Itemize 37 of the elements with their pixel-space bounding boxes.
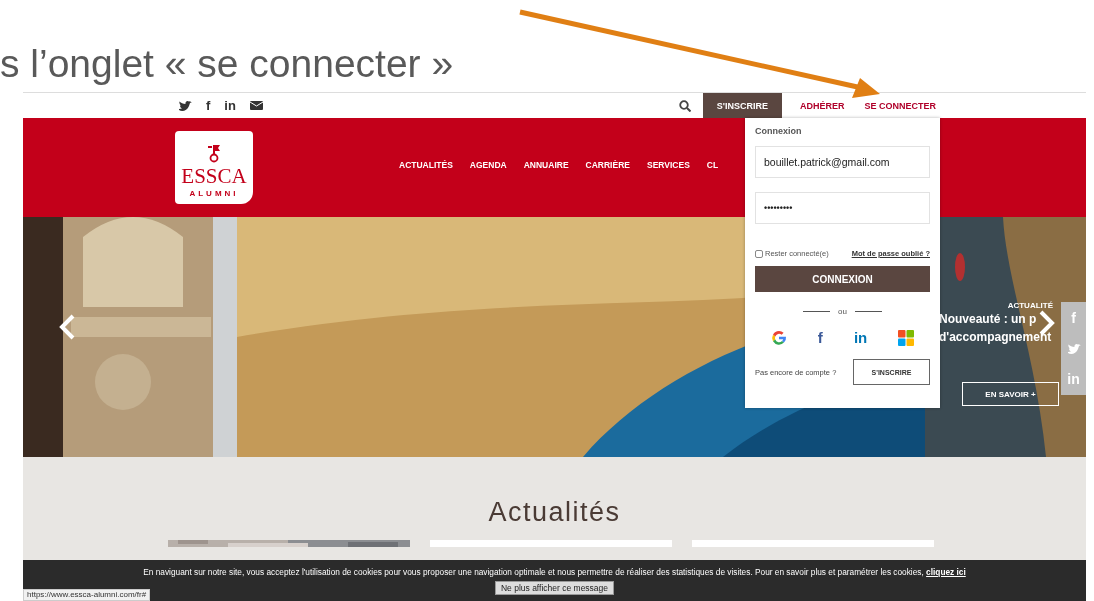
read-more-button[interactable]: EN SAVOIR + <box>962 382 1059 406</box>
cookie-message: En naviguant sur notre site, vous acceptez l'utilisation de cookies pour vous proposer une navigation optimale et nous permettre de réaliser des statistiques de visites. Pour en savoir plus et paramétrer les cookies, cliquez ici <box>143 566 966 577</box>
linkedin-icon[interactable]: in <box>224 98 236 113</box>
top-link[interactable]: ADHÉRER <box>789 93 855 118</box>
facebook-icon[interactable]: f <box>817 331 823 345</box>
slide-category: ACTUALITÉ <box>1007 301 1053 310</box>
previous-slide-icon[interactable] <box>57 313 77 341</box>
mail-icon[interactable] <box>249 100 263 111</box>
linkedin-icon[interactable]: in <box>853 331 868 345</box>
cookie-settings-link[interactable]: cliquez ici <box>926 566 966 577</box>
top-link[interactable]: SE CONNECTER <box>854 93 946 118</box>
slide-headline: Nouveauté : un p <box>939 311 1037 328</box>
slide-caption: s l’onglet « se connecter » <box>0 42 454 86</box>
logo[interactable]: ESSCA ALUMNI <box>175 131 253 204</box>
nav-link[interactable]: CARRIÈRE <box>585 159 630 170</box>
nav-link[interactable]: ANNUAIRE <box>523 159 569 170</box>
separator-label: ou <box>838 307 847 316</box>
microsoft-icon[interactable] <box>898 330 915 346</box>
nav-link[interactable]: CL <box>706 159 719 170</box>
facebook-icon[interactable]: f <box>206 98 211 113</box>
email-field[interactable]: bouillet.patrick@gmail.com <box>755 146 930 178</box>
nav-link[interactable]: SERVICES <box>646 159 690 170</box>
remember-checkbox[interactable] <box>755 249 763 258</box>
nav-link[interactable]: ACTUALITÉS <box>399 159 453 170</box>
section-title: Actualités <box>488 497 621 528</box>
slide-headline: d'accompagnement <box>939 329 1052 346</box>
twitter-icon[interactable] <box>178 100 192 111</box>
status-url: https://www.essca-alumni.com/fr# <box>23 589 151 601</box>
key-icon <box>207 145 221 163</box>
nav-link[interactable]: AGENDA <box>469 159 507 170</box>
login-title: Connexion <box>755 126 803 136</box>
password-field[interactable]: ••••••••• <box>755 192 930 224</box>
dismiss-button[interactable]: Ne plus afficher ce message <box>494 580 615 595</box>
search-icon[interactable] <box>678 99 691 112</box>
google-icon[interactable] <box>770 330 787 346</box>
login-button[interactable]: CONNEXION <box>755 266 930 292</box>
signup-button[interactable]: S'INSCRIRE <box>702 93 782 118</box>
